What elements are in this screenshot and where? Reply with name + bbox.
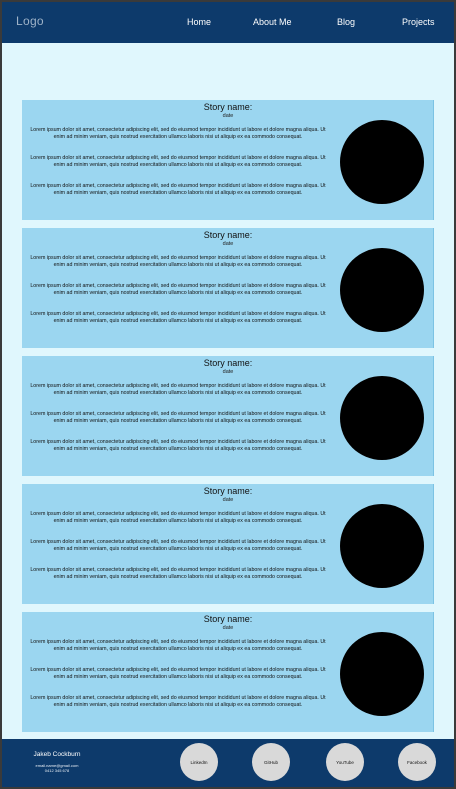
page-frame: Logo Home About Me Blog Projects Story n… — [2, 2, 454, 787]
story-card[interactable]: Story name: date Lorem ipsum dolor sit a… — [22, 100, 434, 220]
story-title: Story name: — [203, 230, 253, 240]
story-title: Story name: — [203, 358, 253, 368]
story-paragraph: Lorem ipsum dolor sit amet, consectetur … — [30, 255, 326, 268]
story-card[interactable]: Story name: date Lorem ipsum dolor sit a… — [22, 228, 434, 348]
story-paragraph: Lorem ipsum dolor sit amet, consectetur … — [30, 439, 326, 452]
facebook-button[interactable]: Facebook — [398, 743, 436, 781]
story-paragraph: Lorem ipsum dolor sit amet, consectetur … — [30, 283, 326, 296]
story-image-placeholder — [340, 248, 424, 332]
footer-name: Jakeb Cockburn — [33, 751, 81, 758]
story-paragraph: Lorem ipsum dolor sit amet, consectetur … — [30, 183, 326, 196]
story-card[interactable]: Story name: date Lorem ipsum dolor sit a… — [22, 612, 434, 732]
story-date: date — [222, 625, 234, 631]
nav-link-blog[interactable]: Blog — [337, 17, 355, 27]
story-paragraph: Lorem ipsum dolor sit amet, consectetur … — [30, 411, 326, 424]
story-card[interactable]: Story name: date Lorem ipsum dolor sit a… — [22, 484, 434, 604]
footer-phone: 0412 345 678 — [44, 768, 70, 773]
nav-link-home[interactable]: Home — [187, 17, 211, 27]
story-date: date — [222, 113, 234, 119]
story-image-placeholder — [340, 376, 424, 460]
story-paragraph: Lorem ipsum dolor sit amet, consectetur … — [30, 127, 326, 140]
youtube-button[interactable]: YouTube — [326, 743, 364, 781]
story-paragraph: Lorem ipsum dolor sit amet, consectetur … — [30, 155, 326, 168]
github-button[interactable]: GitHub — [252, 743, 290, 781]
top-navbar: Logo Home About Me Blog Projects — [2, 2, 454, 43]
story-paragraph: Lorem ipsum dolor sit amet, consectetur … — [30, 667, 326, 680]
story-paragraph: Lorem ipsum dolor sit amet, consectetur … — [30, 311, 326, 324]
story-date: date — [222, 241, 234, 247]
story-image-placeholder — [340, 632, 424, 716]
story-card[interactable]: Story name: date Lorem ipsum dolor sit a… — [22, 356, 434, 476]
nav-link-projects[interactable]: Projects — [402, 17, 435, 27]
story-paragraph: Lorem ipsum dolor sit amet, consectetur … — [30, 511, 326, 524]
story-title: Story name: — [203, 102, 253, 112]
story-paragraph: Lorem ipsum dolor sit amet, consectetur … — [30, 639, 326, 652]
story-title: Story name: — [203, 614, 253, 624]
nav-link-about-me[interactable]: About Me — [253, 17, 292, 27]
story-paragraph: Lorem ipsum dolor sit amet, consectetur … — [30, 567, 326, 580]
story-title: Story name: — [203, 486, 253, 496]
story-paragraph: Lorem ipsum dolor sit amet, consectetur … — [30, 539, 326, 552]
story-image-placeholder — [340, 120, 424, 204]
story-date: date — [222, 497, 234, 503]
story-paragraph: Lorem ipsum dolor sit amet, consectetur … — [30, 383, 326, 396]
linkedin-button[interactable]: LinkedIn — [180, 743, 218, 781]
story-image-placeholder — [340, 504, 424, 588]
story-paragraph: Lorem ipsum dolor sit amet, consectetur … — [30, 695, 326, 708]
footer: Jakeb Cockburn email.name@gmail.com 0412… — [2, 739, 454, 787]
story-date: date — [222, 369, 234, 375]
logo[interactable]: Logo — [16, 14, 44, 28]
